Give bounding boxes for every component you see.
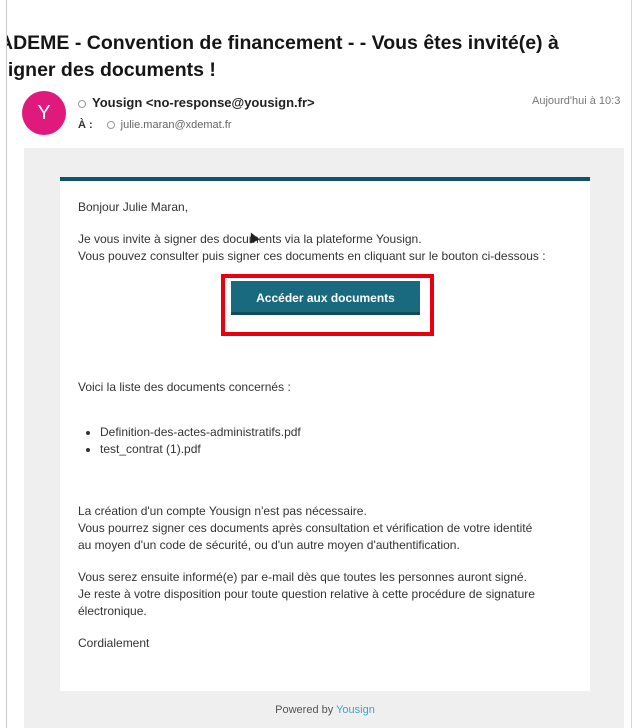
subject-line-1: ADEME - Convention de financement - - Vo… [6,32,559,54]
account-line-1: La création d'un compte Yousign n'est pa… [78,504,367,518]
access-documents-button[interactable]: Accéder aux documents [231,281,420,315]
info-line-2: Je reste à votre disposition pour toute … [78,587,535,601]
status-dot-icon [106,121,115,130]
received-date: Aujourd'hui à 10:3 [532,95,621,107]
greeting: Bonjour Julie Maran, [78,200,189,214]
account-line-2: Vous pourrez signer ces documents après … [78,521,533,535]
powered-by-footer: Powered by Yousign [0,704,638,716]
list-item: Definition-des-actes-administratifs.pdf [100,424,301,441]
recipient-address[interactable]: julie.maran@xdemat.fr [121,119,232,131]
sender-avatar: Y [22,91,66,135]
status-dot-icon [78,99,86,108]
closing: Cordialement [78,636,150,650]
list-intro: Voici la liste des documents concernés : [78,380,291,394]
sender-row[interactable]: Yousign <no-response@yousign.fr> [78,95,315,110]
account-line-3: au moyen d'un code de sécurité, ou d'un … [78,538,460,552]
recipient-row: À : julie.maran@xdemat.fr [78,119,232,131]
subject-line-2: signer des documents ! [6,59,216,81]
list-item: test_contrat (1).pdf [100,441,301,458]
info-line-1: Vous serez ensuite informé(e) par e-mail… [78,570,527,584]
yousign-link[interactable]: Yousign [336,704,375,716]
sender-address[interactable]: Yousign <no-response@yousign.fr> [92,95,315,110]
invite-line-2: Vous pouvez consulter puis signer ces do… [78,249,546,263]
email-subject: ADEME - Convention de financement - - Vo… [6,30,619,84]
to-label: À : [78,119,93,131]
info-line-3: électronique. [78,604,147,618]
powered-by-label: Powered by [275,704,334,716]
document-list: Definition-des-actes-administratifs.pdf … [86,424,301,458]
